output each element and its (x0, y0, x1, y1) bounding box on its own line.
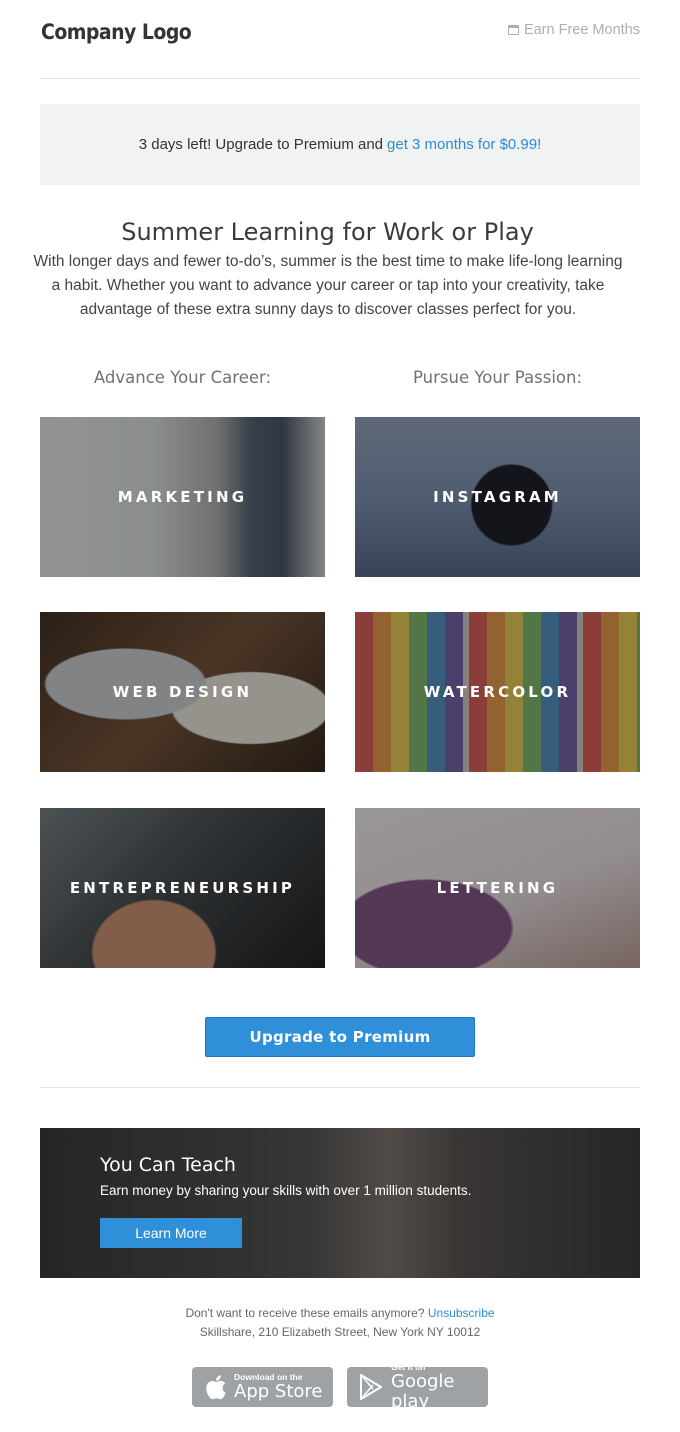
unsubscribe-line: Don't want to receive these emails anymo… (0, 1304, 680, 1323)
tile-instagram[interactable]: INSTAGRAM (355, 417, 640, 577)
promo-banner: 3 days left! Upgrade to Premium and get … (40, 104, 640, 185)
promo-link[interactable]: get 3 months for $0.99! (387, 136, 541, 153)
play-icon (360, 1374, 382, 1400)
career-heading: Advance Your Career: (93, 368, 272, 387)
app-store-big-text: App Store (234, 1380, 323, 1402)
app-store-text: Download on the App Store (234, 1372, 323, 1402)
google-play-text: Get it on Google play (391, 1362, 488, 1412)
tile-entrepreneurship[interactable]: ENTREPRENEURSHIP (40, 808, 325, 968)
teach-title: You Can Teach (100, 1154, 236, 1176)
earn-free-months-label: Earn Free Months (523, 22, 640, 38)
section-divider (40, 1087, 640, 1088)
tile-label: LETTERING (436, 879, 559, 897)
header-divider (40, 78, 640, 79)
unsubscribe-link[interactable]: Unsubscribe (428, 1306, 495, 1320)
page-title: Summer Learning for Work or Play (121, 218, 534, 246)
upgrade-button[interactable]: Upgrade to Premium (205, 1017, 475, 1057)
tile-watercolor[interactable]: WATERCOLOR (355, 612, 640, 772)
google-play-badge[interactable]: Get it on Google play (347, 1362, 488, 1411)
unsubscribe-prompt: Don't want to receive these emails anymo… (185, 1306, 425, 1320)
company-address: Skillshare, 210 Elizabeth Street, New Yo… (199, 1325, 481, 1339)
intro-paragraph: With longer days and fewer to-do’s, summ… (33, 253, 623, 318)
calendar-icon (507, 25, 519, 35)
tile-label: WATERCOLOR (423, 683, 572, 701)
apple-icon (206, 1375, 226, 1400)
footer: Don't want to receive these emails anymo… (0, 1304, 680, 1342)
teach-banner: You Can Teach Earn money by sharing your… (40, 1128, 640, 1278)
promo-text: 3 days left! Upgrade to Premium and (138, 136, 384, 153)
teach-overlay (40, 1128, 640, 1278)
app-store-badge[interactable]: Download on the App Store (192, 1367, 333, 1407)
google-play-big-text: Google play (391, 1370, 455, 1412)
earn-free-months-link[interactable]: Earn Free Months (507, 22, 640, 38)
tile-label: WEB DESIGN (112, 683, 253, 701)
company-logo[interactable]: Company Logo (41, 20, 192, 44)
tile-web-design[interactable]: WEB DESIGN (40, 612, 325, 772)
tile-label: INSTAGRAM (433, 488, 562, 506)
tile-lettering[interactable]: LETTERING (355, 808, 640, 968)
tile-label: ENTREPRENEURSHIP (69, 879, 296, 897)
learn-more-button[interactable]: Learn More (100, 1218, 242, 1248)
teach-subtitle: Earn money by sharing your skills with o… (100, 1183, 472, 1198)
tile-label: MARKETING (117, 488, 248, 506)
tile-marketing[interactable]: MARKETING (40, 417, 325, 577)
passion-heading: Pursue Your Passion: (412, 368, 583, 387)
